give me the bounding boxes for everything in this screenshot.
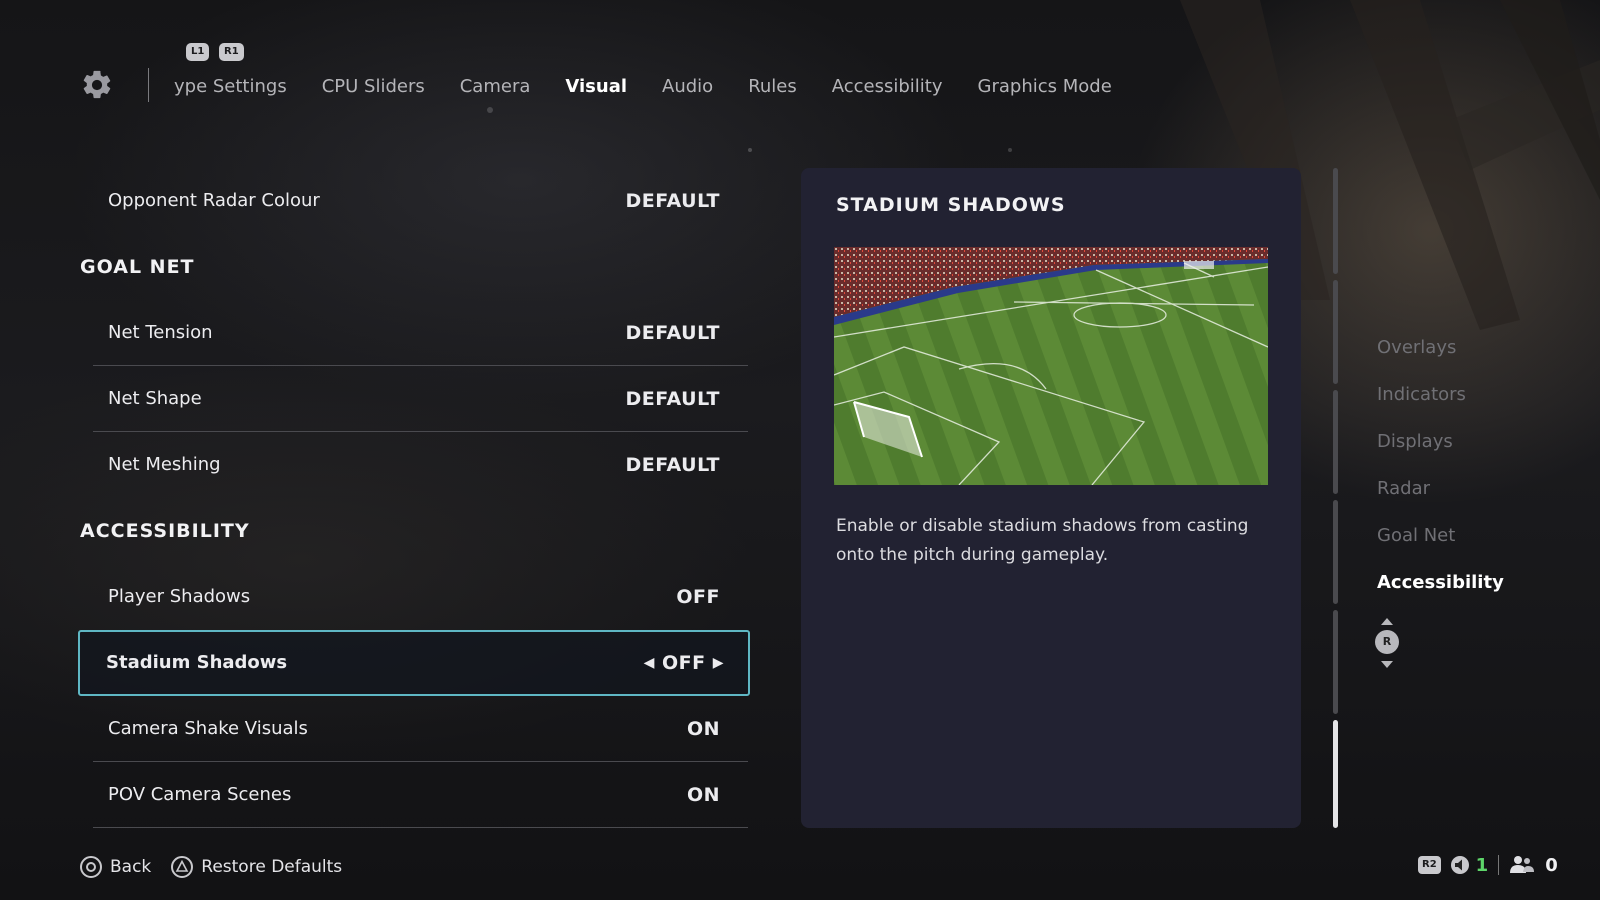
top-tab-bar: L1 R1 ype Settings CPU Sliders Camera Vi… <box>0 0 1600 130</box>
setting-row-net-shape[interactable]: Net Shape DEFAULT <box>80 366 748 432</box>
tab-audio[interactable]: Audio <box>662 70 713 104</box>
preview-image <box>834 247 1268 485</box>
setting-label: Opponent Radar Colour <box>108 190 320 211</box>
jump-item-accessibility[interactable]: Accessibility <box>1377 565 1577 612</box>
section-header-goal-net: GOAL NET <box>80 256 195 278</box>
arrow-up-icon <box>1381 618 1393 625</box>
setting-label: Net Meshing <box>108 454 221 475</box>
restore-defaults-label: Restore Defaults <box>201 857 343 877</box>
setting-row-net-meshing[interactable]: Net Meshing DEFAULT <box>80 432 748 498</box>
footer-actions: Back Restore Defaults <box>80 852 362 882</box>
tab-game-type-settings[interactable]: ype Settings <box>174 70 287 104</box>
setting-label: Stadium Shadows <box>106 652 288 673</box>
scroll-thumb[interactable] <box>1333 720 1338 828</box>
stick-label: R <box>1375 630 1399 654</box>
setting-row-stadium-shadows[interactable]: Stadium Shadows ◀ OFF ▶ <box>78 630 750 696</box>
setting-label: Player Shadows <box>108 586 251 607</box>
setting-row-net-tension[interactable]: Net Tension DEFAULT <box>80 300 748 366</box>
scroll-segment <box>1333 280 1338 384</box>
arrow-right-icon[interactable]: ▶ <box>713 632 724 694</box>
tab-rules[interactable]: Rules <box>748 70 797 104</box>
tab-visual[interactable]: Visual <box>565 70 627 104</box>
setting-value: OFF <box>661 652 706 674</box>
jump-item-overlays[interactable]: Overlays <box>1377 330 1577 377</box>
scroll-segment <box>1333 168 1338 274</box>
r1-button-hint[interactable]: R1 <box>219 43 244 61</box>
tab-cpu-sliders[interactable]: CPU Sliders <box>322 70 425 104</box>
jump-item-radar[interactable]: Radar <box>1377 471 1577 518</box>
arrow-left-icon[interactable]: ◀ <box>644 632 655 694</box>
tab-camera[interactable]: Camera <box>460 70 531 104</box>
status-divider <box>1498 855 1500 875</box>
players-count: 0 <box>1545 854 1558 876</box>
jump-item-goal-net[interactable]: Goal Net <box>1377 518 1577 565</box>
scroll-segment <box>1333 390 1338 494</box>
setting-value: ON <box>686 718 720 740</box>
setting-label: Camera Shake Visuals <box>108 718 308 739</box>
setting-label: Net Tension <box>108 322 213 343</box>
tab-accessibility[interactable]: Accessibility <box>832 70 943 104</box>
scroll-segment <box>1333 500 1338 604</box>
restore-defaults-button[interactable]: Restore Defaults <box>171 856 342 878</box>
l1-button-hint[interactable]: L1 <box>186 43 210 61</box>
panel-title: STADIUM SHADOWS <box>836 194 1066 216</box>
triangle-button-icon <box>171 856 194 878</box>
scroll-segment <box>1333 610 1338 714</box>
speaker-icon <box>1450 856 1469 874</box>
setting-row-camera-shake-visuals[interactable]: Camera Shake Visuals ON <box>80 696 748 762</box>
setting-value: DEFAULT <box>625 454 720 476</box>
setting-row-pov-camera-scenes[interactable]: POV Camera Scenes ON <box>80 762 748 828</box>
right-stick-icon: R <box>1375 618 1399 668</box>
status-bar: R2 1 0 <box>1418 852 1558 878</box>
setting-value: DEFAULT <box>625 190 720 212</box>
settings-list: Opponent Radar Colour DEFAULT GOAL NET N… <box>78 168 750 828</box>
players-icon <box>1510 856 1535 873</box>
gear-icon[interactable] <box>80 68 114 102</box>
section-jump-nav: Overlays Indicators Displays Radar Goal … <box>1377 330 1577 612</box>
circle-button-icon <box>80 856 102 878</box>
section-header-accessibility: ACCESSIBILITY <box>80 520 250 542</box>
r2-button-hint: R2 <box>1418 856 1441 874</box>
setting-value: DEFAULT <box>625 322 720 344</box>
back-button[interactable]: Back <box>80 856 151 878</box>
setting-value: ON <box>686 784 720 806</box>
back-label: Back <box>110 857 152 877</box>
setting-row-player-shadows[interactable]: Player Shadows OFF <box>80 564 748 630</box>
tab-graphics-mode[interactable]: Graphics Mode <box>978 70 1112 104</box>
setting-value-selector: ◀ OFF ▶ <box>644 632 724 694</box>
arrow-down-icon <box>1381 661 1393 668</box>
green-count: 1 <box>1475 854 1489 876</box>
setting-row-opponent-radar-colour[interactable]: Opponent Radar Colour DEFAULT <box>80 168 748 234</box>
setting-value: OFF <box>676 586 720 608</box>
jump-item-displays[interactable]: Displays <box>1377 424 1577 471</box>
setting-label: Net Shape <box>108 388 202 409</box>
settings-tabs: ype Settings CPU Sliders Camera Visual A… <box>174 70 1147 104</box>
tab-divider <box>148 68 149 102</box>
setting-label: POV Camera Scenes <box>108 784 292 805</box>
jump-item-indicators[interactable]: Indicators <box>1377 377 1577 424</box>
description-panel: STADIUM SHADOWS Enable or disable stadiu… <box>801 168 1301 828</box>
scrollbar[interactable] <box>1333 168 1338 828</box>
panel-description: Enable or disable stadium shadows from c… <box>836 516 1249 565</box>
setting-value: DEFAULT <box>625 388 720 410</box>
